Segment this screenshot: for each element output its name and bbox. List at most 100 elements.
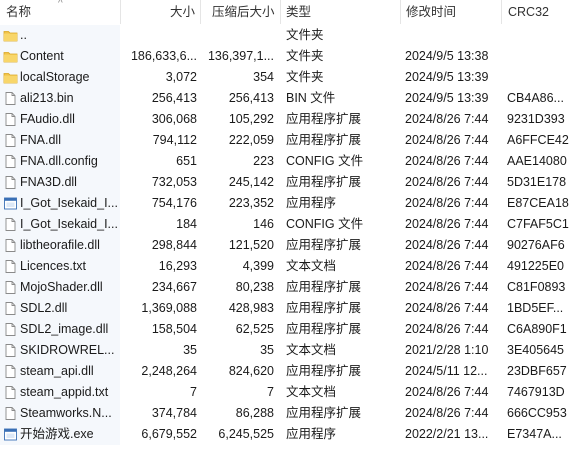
file-size: 256,413 (151, 91, 197, 105)
file-type: 应用程序扩展 (286, 406, 362, 420)
file-icon (3, 280, 18, 295)
column-header-name[interactable]: 名称 (6, 0, 31, 24)
file-row[interactable]: I_Got_Isekaid_I... 754,176 223,352 应用程序 2024… (0, 193, 572, 214)
file-row[interactable]: SDL2.dll 1,369,088 428,983 应用程序扩展 2024/8/26 … (0, 298, 572, 319)
file-name: localStorage (20, 70, 90, 84)
file-row[interactable]: SKIDROWREL... 35 35 文本文档 2021/2/28 1:10 3E405… (0, 340, 572, 361)
file-crc: C81F0893 (507, 280, 566, 294)
file-modified: 2024/8/26 7:44 (405, 406, 489, 420)
file-row[interactable]: steam_api.dll 2,248,264 824,620 应用程序扩展 2024/… (0, 361, 572, 382)
file-compressed-size: 428,983 (228, 301, 274, 315)
file-crc: 1BD5EF... (507, 301, 564, 315)
file-row[interactable]: ali213.bin 256,413 256,413 BIN 文件 2024/9/5 1… (0, 88, 572, 109)
file-row[interactable]: 开始游戏.exe 6,679,552 6,245,525 应用程序 2022/2/21 … (0, 424, 572, 445)
file-row[interactable]: libtheorafile.dll 298,844 121,520 应用程序扩展 202… (0, 235, 572, 256)
file-modified: 2024/9/5 13:39 (405, 70, 489, 84)
column-divider[interactable] (120, 0, 121, 24)
file-compressed-size: 6,245,525 (218, 427, 274, 441)
column-divider[interactable] (200, 0, 201, 24)
column-header-modified[interactable]: 修改时间 (406, 0, 456, 24)
file-type: BIN 文件 (286, 91, 336, 105)
file-row[interactable]: SDL2_image.dll 158,504 62,525 应用程序扩展 2024/8/… (0, 319, 572, 340)
file-compressed-size: 7 (267, 385, 274, 399)
file-compressed-size: 824,620 (228, 364, 274, 378)
file-compressed-size: 354 (253, 70, 274, 84)
file-type: 应用程序扩展 (286, 280, 362, 294)
file-crc (507, 25, 571, 46)
file-compressed-size: 223,352 (228, 196, 274, 210)
file-size: 2,248,264 (141, 364, 197, 378)
file-compressed-size: 256,413 (228, 91, 274, 105)
file-type: 文件夹 (286, 70, 324, 84)
file-name: Licences.txt (20, 259, 87, 273)
file-row[interactable]: localStorage 3,072 354 文件夹 2024/9/5 13:39 (0, 67, 572, 88)
file-modified: 2024/8/26 7:44 (405, 154, 489, 168)
file-row[interactable]: I_Got_Isekaid_I... 184 146 CONFIG 文件 2024/8/… (0, 214, 572, 235)
file-crc: 90276AF6 (507, 238, 565, 252)
file-size: 6,679,552 (141, 427, 197, 441)
column-divider[interactable] (501, 0, 502, 24)
file-compressed-size: 4,399 (242, 259, 274, 273)
file-icon (3, 259, 18, 274)
file-row[interactable]: FNA.dll 794,112 222,059 应用程序扩展 2024/8/26 7:4… (0, 130, 572, 151)
file-modified: 2024/8/26 7:44 (405, 322, 489, 336)
file-crc: C7FAF5C1 (507, 217, 569, 231)
file-row[interactable]: FAudio.dll 306,068 105,292 应用程序扩展 2024/8/26 … (0, 109, 572, 130)
file-row[interactable]: MojoShader.dll 234,667 80,238 应用程序扩展 2024/8/… (0, 277, 572, 298)
file-name: FNA.dll.config (20, 154, 98, 168)
file-row[interactable]: FNA3D.dll 732,053 245,142 应用程序扩展 2024/8/26 7… (0, 172, 572, 193)
file-compressed-size (205, 25, 274, 46)
file-row[interactable]: .. 文件夹 (0, 25, 572, 46)
file-compressed-size: 35 (260, 343, 274, 357)
file-size: 651 (176, 154, 197, 168)
file-compressed-size: 62,525 (235, 322, 274, 336)
file-size: 794,112 (152, 133, 197, 147)
file-compressed-size: 245,142 (228, 175, 274, 189)
file-type: 文件夹 (286, 28, 324, 42)
file-name: Content (20, 49, 64, 63)
file-row[interactable]: steam_appid.txt 7 7 文本文档 2024/8/26 7:44 74679… (0, 382, 572, 403)
file-type: 应用程序扩展 (286, 133, 362, 147)
file-size: 7 (190, 385, 197, 399)
file-compressed-size: 86,288 (235, 406, 274, 420)
file-compressed-size: 146 (253, 217, 274, 231)
file-name: .. (20, 28, 27, 42)
file-name: FNA3D.dll (20, 175, 77, 189)
file-type: 文本文档 (286, 343, 337, 357)
file-compressed-size: 223 (253, 154, 274, 168)
file-name: FNA.dll (20, 133, 61, 147)
file-crc (507, 67, 571, 88)
file-crc: E7347A... (507, 427, 562, 441)
file-row[interactable]: Licences.txt 16,293 4,399 文本文档 2024/8/26 7:4… (0, 256, 572, 277)
file-row[interactable]: Content 186,633,6... 136,397,1... 文件夹 2024/9… (0, 46, 572, 67)
file-type: 文本文档 (286, 385, 337, 399)
file-icon (3, 217, 18, 232)
file-type: 应用程序扩展 (286, 364, 362, 378)
file-compressed-size: 121,520 (228, 238, 274, 252)
column-divider[interactable] (280, 0, 281, 24)
column-divider[interactable] (400, 0, 401, 24)
file-icon (3, 406, 18, 421)
file-name: Steamworks.N... (20, 406, 112, 420)
file-compressed-size: 222,059 (228, 133, 274, 147)
file-icon (3, 154, 18, 169)
column-header-compressed[interactable]: 压缩后大小 (212, 0, 275, 24)
file-size: 1,369,088 (141, 301, 197, 315)
file-compressed-size: 136,397,1... (207, 49, 274, 63)
file-icon (3, 385, 18, 400)
column-header-size[interactable]: 大小 (170, 0, 195, 24)
file-name: 开始游戏.exe (20, 427, 94, 441)
file-modified: 2024/8/26 7:44 (405, 133, 489, 147)
file-name: SDL2.dll (20, 301, 68, 315)
file-modified: 2024/8/26 7:44 (405, 301, 489, 315)
column-header-crc[interactable]: CRC32 (508, 0, 549, 24)
file-size: 298,844 (151, 238, 197, 252)
file-compressed-size: 80,238 (235, 280, 274, 294)
file-size: 374,784 (151, 406, 197, 420)
file-type: 应用程序 (286, 427, 337, 441)
file-icon (3, 133, 18, 148)
file-modified: 2024/8/26 7:44 (405, 217, 489, 231)
file-row[interactable]: FNA.dll.config 651 223 CONFIG 文件 2024/8/26 7… (0, 151, 572, 172)
column-header-type[interactable]: 类型 (286, 0, 311, 24)
file-row[interactable]: Steamworks.N... 374,784 86,288 应用程序扩展 2024/8… (0, 403, 572, 424)
